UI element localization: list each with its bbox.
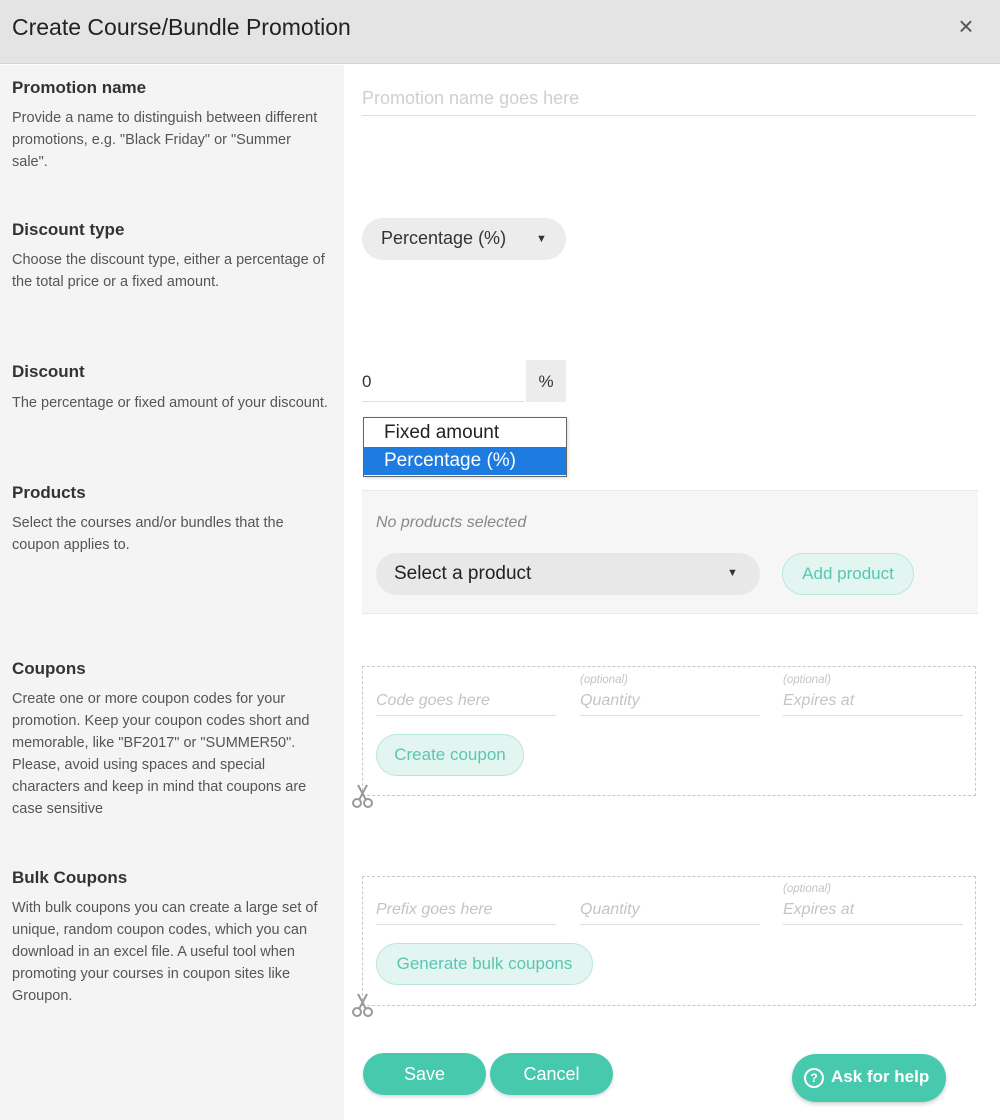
discount-description: The percentage or fixed amount of your d… [12, 395, 328, 411]
option-fixed-amount[interactable]: Fixed amount [364, 419, 566, 447]
coupons-title: Coupons [12, 659, 86, 678]
bulk-coupons-description: With bulk coupons you can create a large… [12, 900, 318, 1004]
question-circle-icon: ? [804, 1068, 824, 1088]
coupons-description: Create one or more coupon codes for your… [12, 691, 310, 817]
option-percentage[interactable]: Percentage (%) [364, 447, 566, 475]
coupon-quantity-input[interactable]: Quantity [580, 686, 760, 716]
no-products-text: No products selected [376, 514, 527, 531]
discount-type-value: Percentage (%) [381, 228, 507, 248]
discount-type-title: Discount type [12, 220, 125, 239]
create-coupon-button[interactable]: Create coupon [376, 734, 524, 776]
promotion-dialog: Create Course/Bundle Promotion × Promoti… [0, 0, 1000, 1120]
dialog-header: Create Course/Bundle Promotion × [0, 0, 1000, 64]
scissors-icon[interactable] [350, 991, 376, 1019]
coupon-code-input[interactable]: Code goes here [376, 686, 556, 716]
promotion-name-description: Provide a name to distinguish between di… [12, 110, 318, 170]
ask-for-help-label: Ask for help [831, 1067, 930, 1086]
scissors-icon[interactable] [350, 782, 376, 810]
dialog-title: Create Course/Bundle Promotion [12, 14, 351, 40]
caret-down-icon: ▼ [536, 233, 547, 245]
products-title: Products [12, 483, 86, 502]
promotion-name-title: Promotion name [12, 78, 147, 97]
discount-amount-input[interactable] [362, 362, 524, 402]
product-select[interactable]: Select a product ▼ [376, 553, 760, 595]
promotion-name-input[interactable] [362, 82, 976, 116]
discount-type-select[interactable]: Percentage (%) ▼ [362, 218, 566, 260]
discount-type-description: Choose the discount type, either a perce… [12, 252, 325, 290]
products-panel [362, 490, 978, 614]
coupon-expires-input[interactable]: Expires at [783, 686, 963, 716]
bulk-quantity-input[interactable]: Quantity [580, 895, 760, 925]
product-select-label: Select a product [394, 563, 532, 584]
quantity-optional-label: (optional) [580, 674, 628, 686]
generate-bulk-coupons-button[interactable]: Generate bulk coupons [376, 943, 593, 985]
cancel-button[interactable]: Cancel [490, 1053, 613, 1095]
close-icon[interactable]: × [952, 12, 980, 40]
ask-for-help-button[interactable]: ? Ask for help [792, 1054, 946, 1102]
discount-type-dropdown: Fixed amount Percentage (%) [363, 417, 567, 477]
add-product-button[interactable]: Add product [782, 553, 914, 595]
discount-unit-label: % [526, 360, 566, 402]
bulk-coupons-title: Bulk Coupons [12, 868, 128, 887]
products-description: Select the courses and/or bundles that t… [12, 515, 284, 553]
bulk-prefix-input[interactable]: Prefix goes here [376, 895, 556, 925]
bulk-expires-optional-label: (optional) [783, 883, 831, 895]
caret-down-icon: ▼ [727, 567, 738, 579]
save-button[interactable]: Save [363, 1053, 486, 1095]
bulk-expires-input[interactable]: Expires at [783, 895, 963, 925]
discount-title: Discount [12, 362, 85, 381]
expires-optional-label: (optional) [783, 674, 831, 686]
